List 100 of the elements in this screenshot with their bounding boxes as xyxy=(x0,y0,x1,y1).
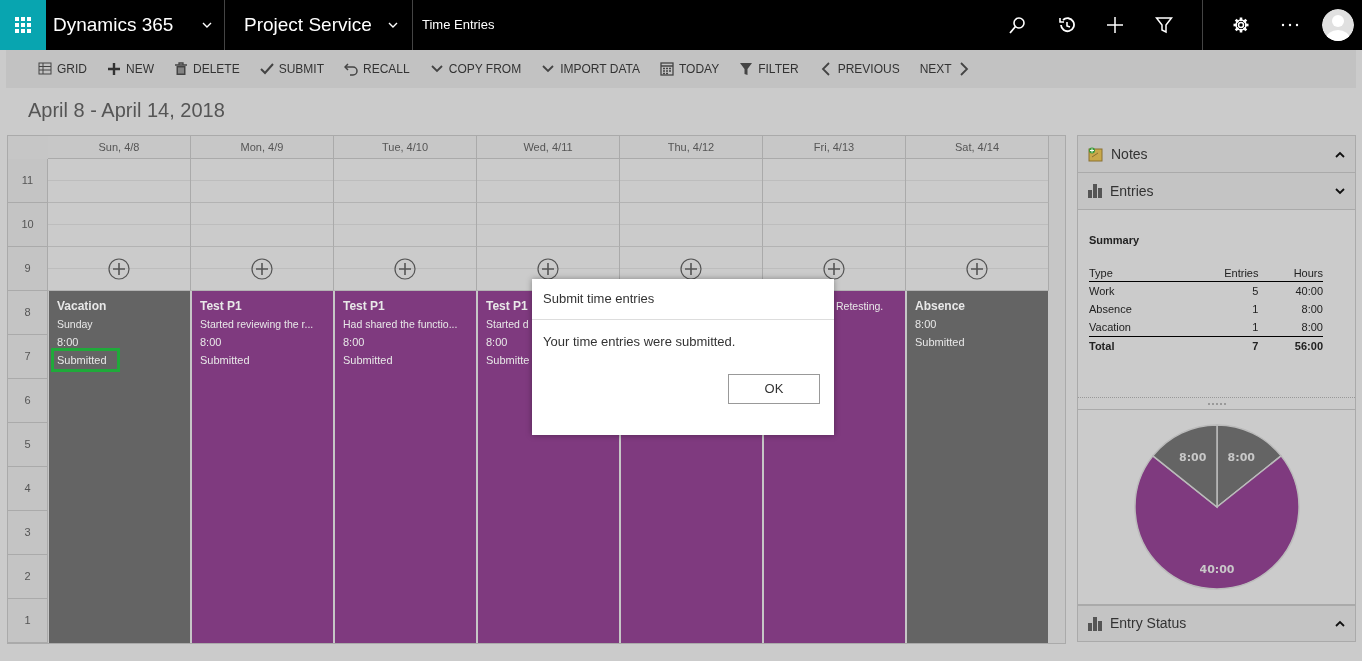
settings-icon[interactable] xyxy=(1231,16,1250,34)
table-cell: 40:00 xyxy=(1258,281,1323,300)
table-cell: 7 xyxy=(1183,336,1259,355)
more-icon[interactable] xyxy=(1280,23,1299,27)
slice-label: 8:00 xyxy=(1227,450,1255,464)
hour-label: 4 xyxy=(8,467,48,511)
entry-status: Submitted xyxy=(343,353,393,368)
summary-title: Summary xyxy=(1089,233,1141,248)
toolbar-button[interactable]: GRID xyxy=(28,50,97,88)
toolbar-button[interactable]: COPY FROM xyxy=(419,50,532,88)
filter-icon[interactable] xyxy=(1154,16,1173,34)
toolbar-button[interactable]: NEXT xyxy=(909,50,981,88)
hour-label: 6 xyxy=(8,379,48,423)
slice-label: 40:00 xyxy=(1199,563,1234,576)
table-cell: 8:00 xyxy=(1258,318,1323,337)
table-cell: 8:00 xyxy=(1258,300,1323,318)
slice-label: 8:00 xyxy=(1178,450,1206,464)
time-entry-card[interactable]: Absence 8:00 Submitted xyxy=(907,291,1048,643)
toolbar-button[interactable]: TODAY xyxy=(649,50,730,88)
entry-description: Had shared the functio... xyxy=(343,317,458,332)
add-circle-icon[interactable] xyxy=(251,257,273,280)
entry-title: Test P1 xyxy=(343,298,385,315)
avatar-icon[interactable] xyxy=(1322,9,1354,41)
table-cell: Work xyxy=(1089,281,1184,300)
entry-description: Retesting. xyxy=(835,299,884,314)
add-circle-icon[interactable] xyxy=(823,257,845,280)
chevron-down-icon[interactable] xyxy=(1335,187,1345,195)
panel-header[interactable]: Entry Status xyxy=(1078,604,1355,641)
entry-status: Submitte xyxy=(486,353,530,368)
plus-icon[interactable] xyxy=(1105,16,1124,34)
undo-icon xyxy=(344,62,359,76)
chevron-up-icon[interactable] xyxy=(1335,620,1345,627)
grid-icon xyxy=(38,62,52,76)
hour-label: 1 xyxy=(8,599,48,643)
column-header: Hours xyxy=(1258,264,1323,282)
hour-label: 10 xyxy=(8,203,48,247)
app-name[interactable]: Dynamics 365 xyxy=(53,10,174,40)
waffle-icon xyxy=(15,17,31,33)
check-icon xyxy=(259,62,274,76)
table-cell: 56:00 xyxy=(1258,336,1323,355)
bar-chart-icon xyxy=(1088,184,1102,198)
resize-grip-icon[interactable] xyxy=(1207,402,1226,405)
notes-icon xyxy=(1088,146,1103,162)
toolbar-button[interactable]: FILTER xyxy=(729,50,809,88)
hour-label: 2 xyxy=(8,555,48,599)
entry-hours: 8:00 xyxy=(915,317,937,332)
day-header: Fri, 4/13 xyxy=(763,136,906,159)
toolbar-button[interactable]: IMPORT DATA xyxy=(531,50,650,88)
day-header: Mon, 4/9 xyxy=(191,136,334,159)
toolbar-button[interactable]: PREVIOUS xyxy=(808,50,910,88)
table-cell: 1 xyxy=(1183,318,1259,337)
toolbar-button[interactable]: DELETE xyxy=(164,50,250,88)
panel-title: Entries xyxy=(1110,181,1155,201)
time-entry-card[interactable]: Vacation Sunday 8:00 Submitted xyxy=(49,291,190,643)
entry-status: Submitted xyxy=(200,353,250,368)
trash-icon xyxy=(174,62,188,76)
page-title: Time Entries xyxy=(421,16,496,35)
panel-header[interactable]: Notes xyxy=(1078,136,1355,173)
table-cell-text: 1 xyxy=(1251,302,1259,317)
day-header: Sun, 4/8 xyxy=(48,136,191,159)
entry-title: Test P1 xyxy=(200,298,242,315)
entry-hours: 8:00 xyxy=(343,335,365,350)
entry-status: Submitted xyxy=(54,351,117,369)
entry-hours: 8:00 xyxy=(57,335,79,350)
date-range-title: April 8 - April 14, 2018 xyxy=(27,98,226,123)
toolbar-button[interactable]: RECALL xyxy=(334,50,420,88)
app-launcher-button[interactable] xyxy=(0,0,46,50)
entry-title: Test P1 xyxy=(486,298,528,315)
add-circle-icon[interactable] xyxy=(966,257,988,280)
hour-label: 3 xyxy=(8,511,48,555)
add-circle-icon[interactable] xyxy=(537,257,559,280)
chevron-up-icon[interactable] xyxy=(1335,150,1345,158)
search-icon[interactable] xyxy=(1007,16,1026,34)
area-name[interactable]: Project Service xyxy=(244,10,372,40)
plus-icon xyxy=(107,62,121,76)
day-header: Tue, 4/10 xyxy=(334,136,477,159)
panel-header[interactable]: Entries xyxy=(1078,173,1355,210)
history-icon[interactable] xyxy=(1056,16,1075,34)
day-header: Sat, 4/14 xyxy=(906,136,1049,159)
bar-chart-icon xyxy=(1088,616,1102,631)
add-circle-icon[interactable] xyxy=(108,257,130,280)
add-circle-icon[interactable] xyxy=(680,257,702,280)
hour-label: 8 xyxy=(8,291,48,335)
table-cell: 5 xyxy=(1183,281,1259,300)
ok-button[interactable]: OK xyxy=(728,373,820,404)
dialog-title: Submit time entries xyxy=(532,279,834,320)
day-header: Wed, 4/11 xyxy=(477,136,620,159)
time-entry-card[interactable]: Test P1 Started reviewing the r... 8:00 Submitted xyxy=(192,291,333,643)
hour-label: 9 xyxy=(8,247,48,291)
panel-title: Entry Status xyxy=(1110,614,1188,633)
add-circle-icon[interactable] xyxy=(394,257,416,280)
entry-title: Vacation xyxy=(57,298,107,315)
filter-icon xyxy=(739,62,754,76)
toolbar-button[interactable]: NEW xyxy=(97,50,164,88)
entry-description: Started reviewing the r... xyxy=(200,317,314,332)
toolbar-button[interactable]: SUBMIT xyxy=(249,50,335,88)
entry-hours: 8:00 xyxy=(200,335,222,350)
panel-title: Notes xyxy=(1111,144,1149,164)
time-entry-card[interactable]: Test P1 Had shared the functio... 8:00 Submitted xyxy=(335,291,476,643)
column-header: Entries xyxy=(1183,264,1259,282)
